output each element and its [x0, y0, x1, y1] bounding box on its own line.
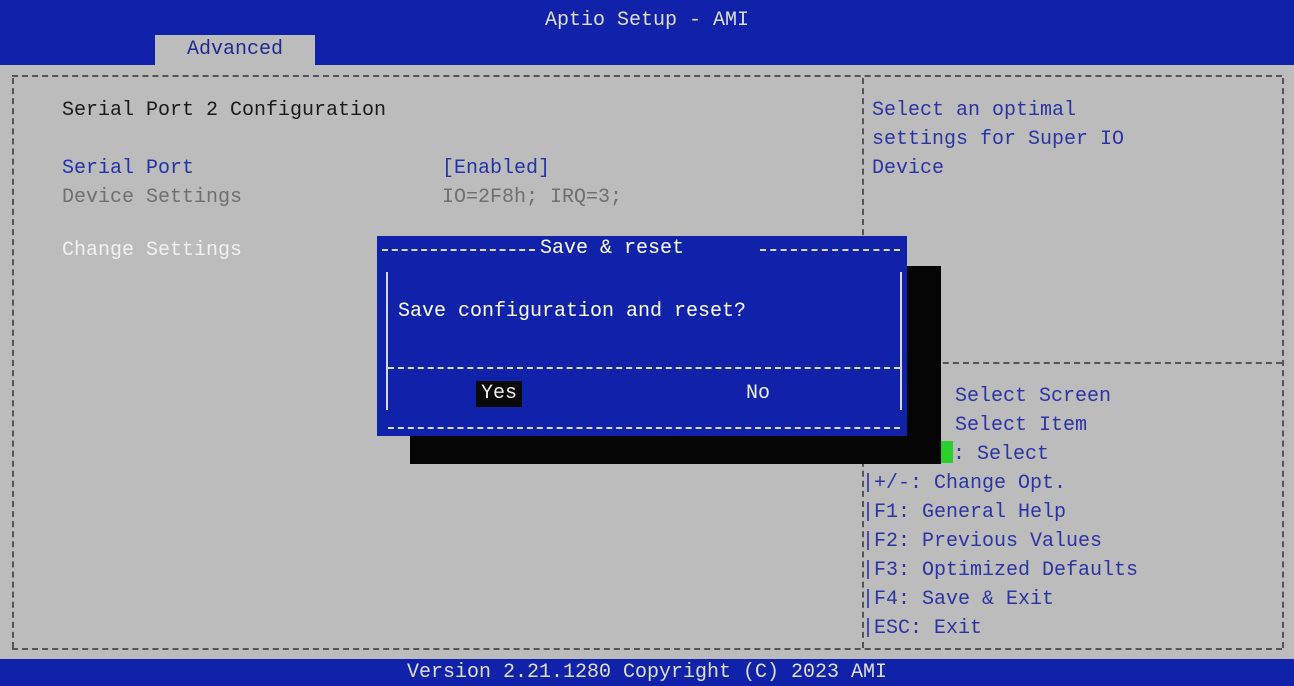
app-title: Aptio Setup - AMI [544, 9, 750, 32]
frame-top-border [12, 75, 1282, 77]
serial-port-value[interactable]: [Enabled] [442, 154, 550, 183]
cursor-block [941, 441, 953, 463]
help-text-line-2: settings for Super IO [872, 128, 1125, 151]
device-settings-label: Device Settings [62, 186, 243, 209]
save-reset-dialog [377, 236, 907, 436]
dialog-shadow-right [907, 266, 941, 464]
device-settings-value: IO=2F8h; IRQ=3; [442, 186, 623, 209]
dialog-shadow-bottom [410, 436, 941, 464]
key-help-select: : Select [953, 443, 1050, 466]
dialog-bottom-border [388, 427, 900, 429]
dialog-right-border [900, 272, 902, 410]
key-help-select-screen: Select Screen [955, 385, 1112, 408]
key-help-select-item: Select Item [955, 414, 1088, 437]
page-heading: Serial Port 2 Configuration [62, 99, 387, 122]
help-text-line-3: Device [872, 157, 945, 180]
dialog-left-border [386, 272, 388, 410]
dialog-title: Save & reset [540, 237, 685, 260]
no-button[interactable]: No [746, 381, 770, 407]
dialog-top-border-left [382, 249, 535, 251]
change-settings-item[interactable]: Change Settings [62, 236, 242, 265]
key-help-previous-values: |F2: Previous Values [862, 530, 1103, 553]
title-bar: Aptio Setup - AMI Advanced [0, 0, 1294, 65]
frame-right-border [1282, 78, 1284, 648]
footer-bar: Version 2.21.1280 Copyright (C) 2023 AMI [0, 659, 1294, 686]
yes-button[interactable]: Yes [476, 381, 522, 407]
key-help-save-exit: |F4: Save & Exit [862, 588, 1055, 611]
dialog-separator [388, 367, 900, 369]
serial-port-label[interactable]: Serial Port [62, 154, 194, 183]
tab-advanced[interactable]: Advanced [155, 35, 315, 65]
version-text: Version 2.21.1280 Copyright (C) 2023 AMI [406, 661, 888, 684]
key-help-general-help: |F1: General Help [862, 501, 1067, 524]
key-help-optimized-defaults: |F3: Optimized Defaults [862, 559, 1139, 582]
frame-bottom-border [12, 648, 1282, 650]
key-help-change-opt: |+/-: Change Opt. [862, 472, 1067, 495]
help-text-line-1: Select an optimal [872, 99, 1077, 122]
frame-left-border [12, 78, 14, 648]
dialog-message: Save configuration and reset? [398, 300, 747, 323]
key-help-esc-exit: |ESC: Exit [862, 617, 983, 640]
dialog-top-border-right [760, 249, 900, 251]
